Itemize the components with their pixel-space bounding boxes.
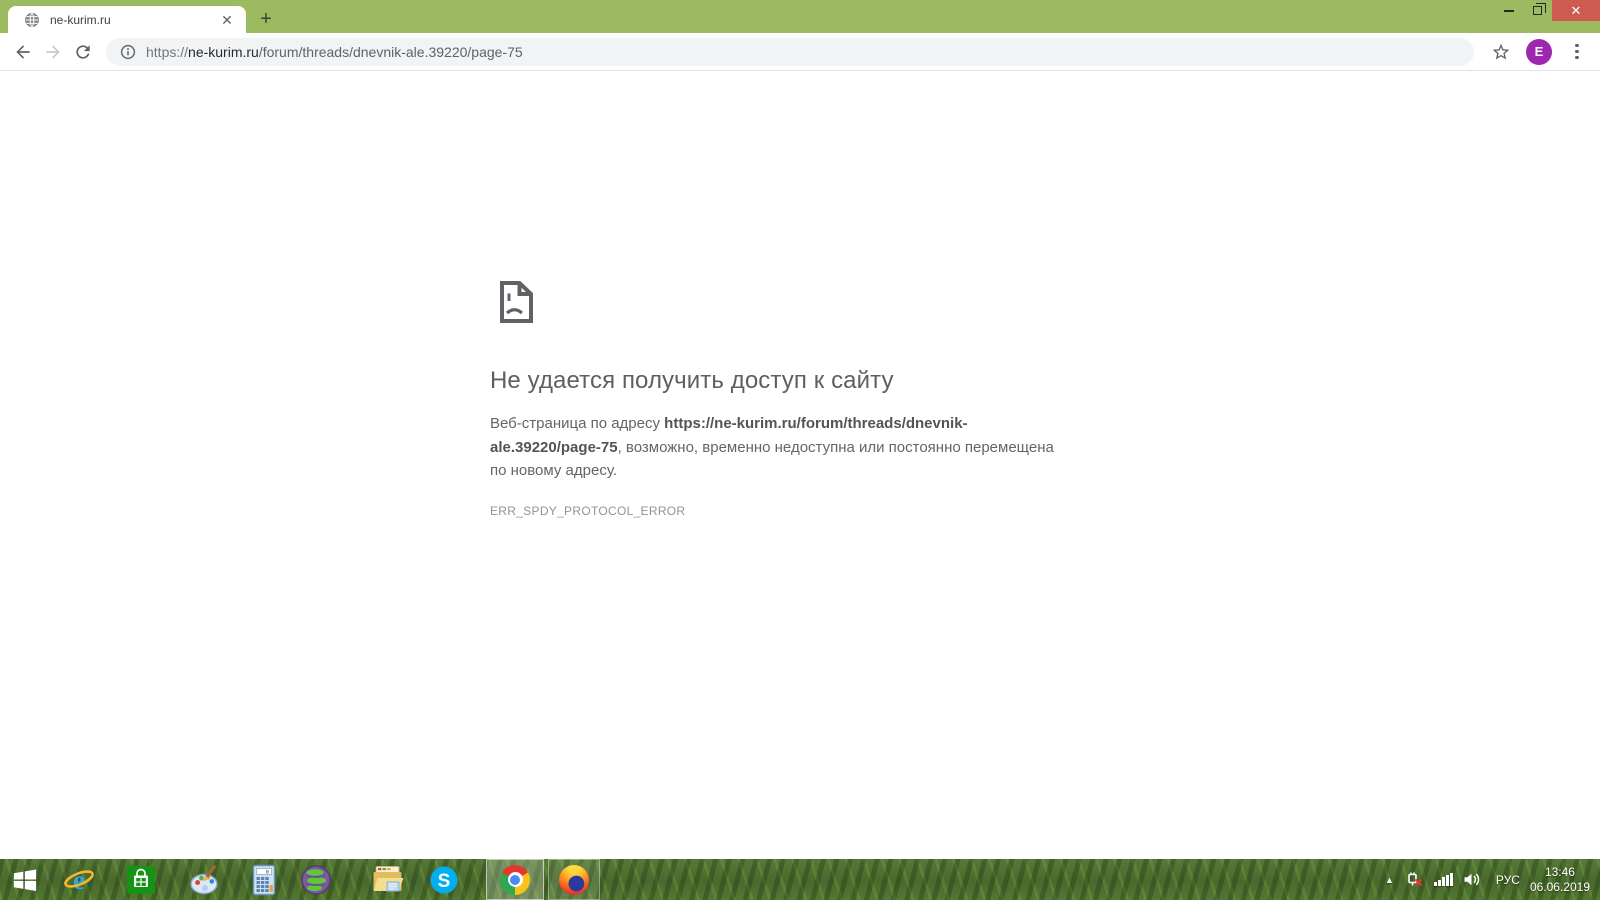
firefox-icon [559, 864, 589, 895]
clock-date: 06.06.2019 [1529, 879, 1590, 894]
desktop: ne-kurim.ru ✕ + ✕ https://ne-kurim.ru/fo… [0, 0, 1600, 900]
taskbar-file-explorer[interactable] [363, 859, 411, 900]
url-domain: ne-kurim.ru [188, 43, 259, 60]
bookmark-star-button[interactable] [1488, 39, 1514, 65]
page-info-icon[interactable] [120, 44, 136, 60]
clock[interactable]: 13:46 06.06.2019 [1530, 865, 1590, 895]
language-indicator[interactable]: РУС [1496, 873, 1520, 887]
forward-button[interactable] [38, 37, 68, 67]
show-hidden-icons-button[interactable]: ▲ [1385, 875, 1394, 885]
browser-toolbar: https://ne-kurim.ru/forum/threads/dnevni… [0, 33, 1600, 71]
url-path: /forum/threads/dnevnik-ale.39220/page-75 [258, 43, 523, 60]
taskbar-internet-explorer[interactable]: e [55, 859, 103, 900]
microsoft-store-icon [127, 865, 155, 894]
new-tab-button[interactable]: + [252, 5, 280, 33]
error-code: ERR_SPDY_PROTOCOL_ERROR [490, 503, 686, 518]
windows-logo-icon [13, 869, 37, 891]
error-title: Не удается получить доступ к сайту [490, 367, 894, 394]
svg-text:S: S [438, 871, 451, 892]
minimize-button[interactable] [1494, 0, 1523, 21]
taskbar-paint[interactable] [181, 859, 229, 900]
star-icon [1492, 43, 1510, 59]
taskbar-chrome[interactable] [486, 859, 544, 900]
window-controls: ✕ [1494, 0, 1600, 21]
close-window-button[interactable]: ✕ [1552, 0, 1600, 21]
page-content: Не удается получить доступ к сайту Веб-с… [0, 72, 1600, 859]
tab-close-icon[interactable]: ✕ [218, 11, 236, 29]
taskbar-microsoft-store[interactable] [117, 859, 165, 900]
paint-icon [190, 864, 218, 894]
browser-menu-button[interactable] [1564, 39, 1590, 65]
error-message: Веб-страница по адресу https://ne-kurim.… [490, 412, 1072, 483]
start-button[interactable] [1, 859, 49, 900]
svg-text:e: e [73, 865, 85, 895]
browser-tab[interactable]: ne-kurim.ru ✕ [8, 6, 246, 33]
tor-browser-globe-icon [301, 864, 331, 895]
restore-button[interactable] [1523, 0, 1552, 21]
address-bar[interactable]: https://ne-kurim.ru/forum/threads/dnevni… [106, 37, 1474, 66]
sad-document-icon [500, 281, 533, 323]
system-tray: ▲ РУС 13:46 06.06.2019 [1385, 859, 1600, 900]
calculator-icon: 0 [252, 864, 276, 895]
skype-icon: S [430, 866, 458, 893]
reload-icon [76, 44, 90, 59]
internet-explorer-icon: e [64, 865, 94, 895]
chrome-icon [500, 864, 530, 895]
taskbar-firefox[interactable] [548, 859, 600, 900]
taskbar-tor-browser[interactable] [292, 859, 340, 900]
url-text[interactable]: https://ne-kurim.ru/forum/threads/dnevni… [146, 44, 523, 60]
error-column: Не удается получить доступ к сайту Веб-с… [490, 280, 1072, 518]
signal-strength-icon[interactable] [1433, 873, 1453, 886]
globe-favicon-icon [25, 12, 39, 27]
tab-title: ne-kurim.ru [50, 12, 111, 27]
back-arrow-icon [16, 44, 30, 59]
profile-avatar[interactable]: E [1526, 38, 1552, 65]
browser-tabstrip: ne-kurim.ru ✕ + ✕ [0, 0, 1600, 33]
clock-time: 13:46 [1544, 864, 1575, 879]
error-message-prefix: Веб-страница по адресу [490, 415, 665, 432]
reload-button[interactable] [68, 37, 98, 67]
network-disconnected-icon[interactable] [1406, 872, 1424, 888]
url-scheme: https:// [146, 43, 189, 60]
taskbar-calculator[interactable]: 0 [240, 859, 288, 900]
taskbar-skype[interactable]: S [420, 859, 468, 900]
file-explorer-icon [373, 865, 403, 891]
back-button[interactable] [8, 37, 38, 67]
forward-arrow-icon [46, 44, 60, 59]
volume-icon[interactable] [1463, 872, 1480, 887]
taskbar: e 0 S ▲ РУС 13:46 06.06.2019 [0, 859, 1600, 900]
svg-text:0: 0 [266, 868, 269, 875]
